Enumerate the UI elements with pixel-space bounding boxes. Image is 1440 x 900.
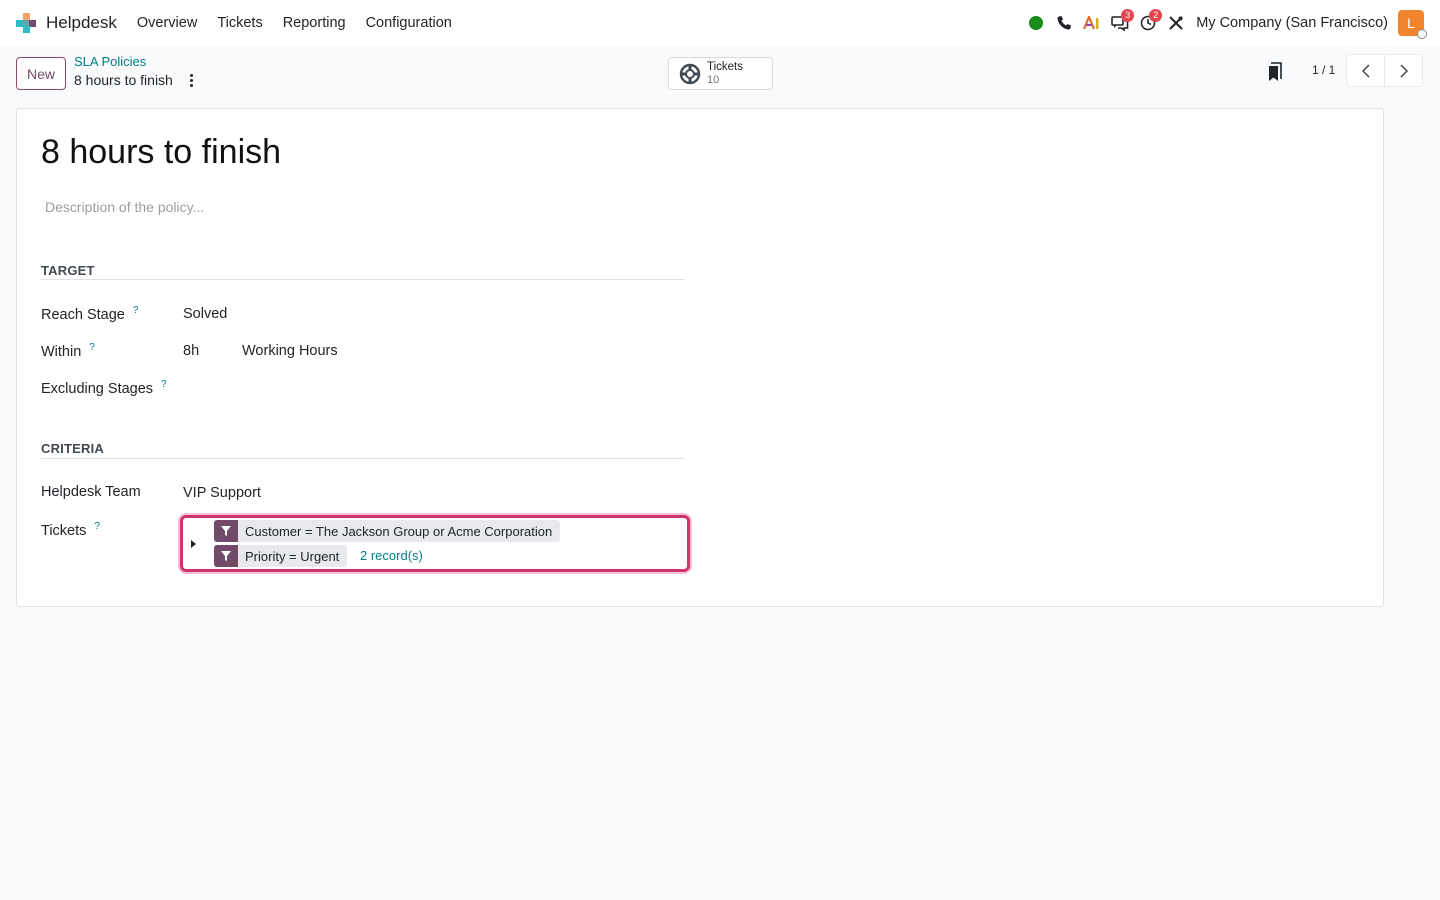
form-sheet: 8 hours to finish Description of the pol… [16,108,1384,607]
breadcrumb-sla-policies[interactable]: SLA Policies [74,54,197,69]
activities-clock-icon[interactable]: 2 [1134,0,1163,46]
help-icon[interactable]: ? [94,521,100,532]
app-brand[interactable]: Helpdesk [14,11,117,35]
new-button[interactable]: New [16,57,66,90]
reach-stage-label-text: Reach Stage [41,306,125,323]
tickets-smart-button[interactable]: Tickets 10 [668,57,773,90]
tickets-domain-editor[interactable]: Customer = The Jackson Group or Acme Cor… [180,515,690,572]
user-avatar[interactable]: L [1398,10,1427,39]
filter-icon [214,545,238,567]
avatar-initial: L [1407,15,1415,31]
help-icon[interactable]: ? [133,305,139,316]
description-field[interactable]: Description of the policy... [45,199,204,215]
activities-badge: 2 [1149,9,1163,22]
breadcrumb: SLA Policies 8 hours to finish [74,54,197,88]
excluding-stages-label-text: Excluding Stages [41,380,154,397]
systray: 3 2 My Company (San Francisco) L [1022,0,1440,46]
target-divider [41,279,685,280]
pager-value[interactable]: 1 / 1 [1312,63,1335,77]
target-section-title: TARGET [41,263,95,278]
condition-text: Customer = The Jackson Group or Acme Cor… [245,523,553,539]
tickets-label: Tickets? [41,521,100,539]
domain-condition-priority[interactable]: Priority = Urgent [214,545,348,567]
policy-title[interactable]: 8 hours to finish [41,133,281,172]
company-switcher[interactable]: My Company (San Francisco) [1196,15,1388,31]
reach-stage-label: Reach Stage? [41,305,138,323]
life-ring-icon [679,63,701,84]
smart-button-count: 10 [707,73,720,86]
menu-overview[interactable]: Overview [127,15,207,31]
top-navbar: Helpdesk Overview Tickets Reporting Conf… [0,0,1440,46]
domain-condition-customer[interactable]: Customer = The Jackson Group or Acme Cor… [214,520,561,542]
main-menu: Overview Tickets Reporting Configuration [127,15,462,31]
control-panel: New SLA Policies 8 hours to finish Ticke… [0,46,1440,102]
tickets-label-text: Tickets [41,522,87,539]
matching-records-link[interactable]: 2 record(s) [360,548,423,563]
messages-badge: 3 [1121,9,1135,22]
criteria-divider [41,458,685,459]
criteria-section-title: CRITERIA [41,441,104,456]
app-name: Helpdesk [46,13,117,32]
presence-status-icon[interactable] [1022,0,1050,46]
messages-icon[interactable]: 3 [1106,0,1135,46]
excluding-stages-field[interactable] [183,379,663,399]
helpdesk-team-label: Helpdesk Team [41,484,141,500]
excluding-stages-label: Excluding Stages? [41,379,167,397]
within-label-text: Within [41,343,82,360]
chevron-left-icon [1361,63,1370,78]
pager-previous-button[interactable] [1346,54,1385,87]
caret-right-icon[interactable] [191,540,196,548]
working-hours-unit: Working Hours [242,343,338,359]
avatar-status-icon [1417,29,1427,39]
actions-menu-icon[interactable] [187,73,197,87]
pager-next-button[interactable] [1384,54,1423,87]
menu-tickets[interactable]: Tickets [207,15,272,31]
within-time-field[interactable]: 8h [183,343,199,359]
condition-text: Priority = Urgent [245,548,340,564]
chevron-right-icon [1399,63,1408,78]
phone-icon[interactable] [1050,0,1078,46]
reach-stage-field[interactable]: Solved [183,306,227,322]
bookmark-icon[interactable] [1268,62,1282,82]
debug-tools-icon[interactable] [1162,0,1190,46]
helpdesk-logo-icon [16,13,36,33]
smart-button-label: Tickets [707,60,743,73]
breadcrumb-current: 8 hours to finish [74,72,173,88]
help-icon[interactable]: ? [89,342,95,353]
within-label: Within? [41,342,95,360]
ai-icon[interactable] [1078,0,1106,46]
help-icon[interactable]: ? [161,379,167,390]
helpdesk-team-field[interactable]: VIP Support [183,485,261,501]
menu-configuration[interactable]: Configuration [356,15,462,31]
filter-icon [214,520,238,542]
menu-reporting[interactable]: Reporting [273,15,356,31]
